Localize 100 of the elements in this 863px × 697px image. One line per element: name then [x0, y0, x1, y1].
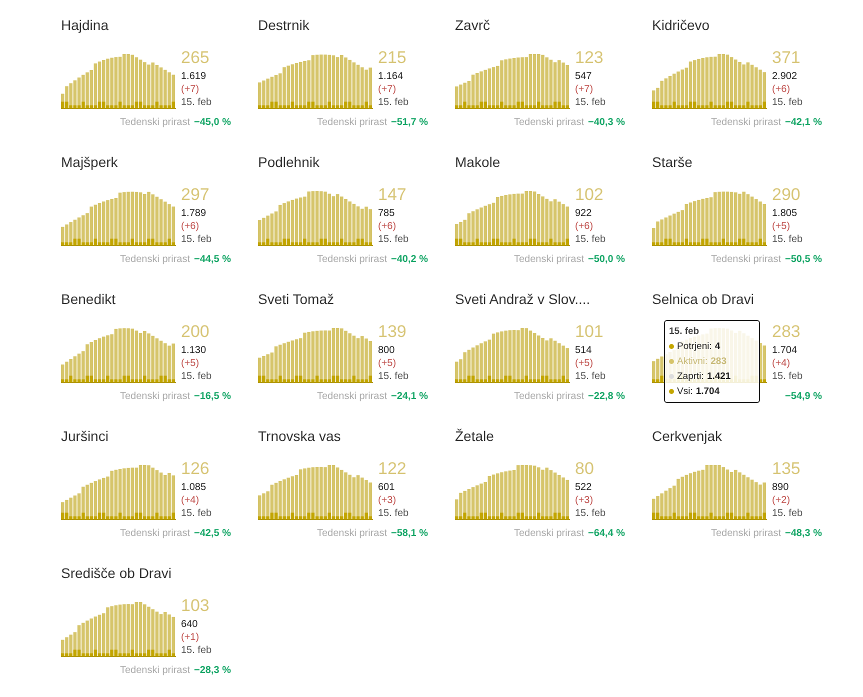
- total-count: 1.130: [181, 344, 208, 357]
- total-count: 522: [575, 481, 593, 494]
- growth-label: Tedenski prirast: [710, 527, 782, 541]
- growth-value: −50,5 %: [785, 253, 822, 267]
- growth-value: −24,1 %: [391, 390, 428, 404]
- card-title: Središče ob Dravi: [61, 564, 172, 583]
- growth-value: −40,3 %: [588, 116, 625, 130]
- active-count: 103: [181, 596, 210, 616]
- growth-value: −45,0 %: [194, 116, 231, 130]
- card-title: Hajdina: [61, 16, 110, 35]
- total-count: 514: [575, 344, 593, 357]
- date-label: 15. feb: [181, 507, 212, 520]
- new-cases: (+7): [181, 83, 200, 96]
- date-label: 15. feb: [181, 96, 212, 109]
- growth-value: −51,7 %: [391, 116, 428, 130]
- tooltip-label: Aktivni:: [677, 355, 708, 369]
- card-title: Majšperk: [61, 153, 119, 172]
- active-count: 147: [378, 185, 408, 205]
- new-cases: (+3): [378, 494, 398, 507]
- card-title: Benedikt: [61, 290, 116, 309]
- growth-label: Tedenski prirast: [710, 116, 782, 130]
- growth-value: −58,1 %: [391, 527, 428, 541]
- active-count: 265: [181, 48, 210, 68]
- total-count: 1.619: [181, 70, 208, 83]
- growth-label: Tedenski prirast: [514, 527, 584, 541]
- active-count: 215: [378, 48, 408, 68]
- new-cases: (+6): [772, 83, 792, 96]
- new-cases: (+3): [575, 494, 594, 507]
- new-cases: (+5): [378, 357, 398, 370]
- total-count: 1.164: [378, 70, 404, 83]
- active-count: 101: [575, 322, 604, 342]
- active-count: 297: [181, 185, 210, 205]
- date-label: 15. feb: [181, 233, 212, 246]
- total-count: 890: [772, 481, 790, 494]
- total-count: 922: [575, 207, 593, 220]
- card-title: Zavrč: [455, 16, 491, 35]
- total-count: 547: [575, 70, 593, 83]
- growth-label: Tedenski prirast: [514, 390, 584, 404]
- total-count: 601: [378, 481, 396, 494]
- date-label: 15. feb: [575, 370, 606, 383]
- card-title: Sveti Andraž v Slov....: [455, 290, 592, 309]
- growth-label: Tedenski prirast: [316, 390, 388, 404]
- new-cases: (+2): [772, 494, 792, 507]
- card-title: Podlehnik: [258, 153, 320, 172]
- date-label: 15. feb: [772, 370, 803, 383]
- total-count: 1.704: [772, 344, 798, 357]
- growth-value: −64,4 %: [588, 527, 625, 541]
- card-title: Destrnik: [258, 16, 310, 35]
- growth-label: Tedenski prirast: [710, 253, 782, 267]
- growth-value: −42,5 %: [194, 527, 231, 541]
- tooltip-value: 1.704: [696, 385, 720, 399]
- date-label: 15. feb: [378, 233, 409, 246]
- date-label: 15. feb: [181, 370, 212, 383]
- new-cases: (+6): [378, 220, 398, 233]
- tooltip-value: 283: [710, 355, 726, 369]
- total-count: 2.902: [772, 70, 798, 83]
- card-title: Cerkvenjak: [652, 427, 724, 446]
- active-count: 290: [772, 185, 802, 205]
- tooltip-label: Potrjeni:: [677, 340, 712, 354]
- new-cases: (+7): [575, 83, 594, 96]
- growth-label: Tedenski prirast: [514, 253, 584, 267]
- date-label: 15. feb: [378, 507, 409, 520]
- total-count: 785: [378, 207, 396, 220]
- growth-value: −40,2 %: [391, 253, 428, 267]
- active-count: 371: [772, 48, 802, 68]
- new-cases: (+6): [181, 220, 200, 233]
- total-count: 1.789: [181, 207, 208, 220]
- growth-value: −50,0 %: [588, 253, 625, 267]
- new-cases: (+4): [772, 357, 792, 370]
- tooltip-label: Vsi:: [677, 385, 693, 399]
- active-count: 126: [181, 459, 210, 479]
- total-count: 800: [378, 344, 396, 357]
- card-title: Juršinci: [61, 427, 110, 446]
- growth-value: −28,3 %: [194, 664, 231, 678]
- card-title: Kidričevo: [652, 16, 711, 35]
- new-cases: (+6): [575, 220, 594, 233]
- active-count: 80: [575, 459, 595, 479]
- growth-label: Tedenski prirast: [316, 116, 388, 130]
- growth-value: −22,8 %: [588, 390, 625, 404]
- card-title: Sveti Tomaž: [258, 290, 335, 309]
- date-label: 15. feb: [772, 96, 803, 109]
- growth-label: Tedenski prirast: [120, 527, 190, 541]
- active-count: 283: [772, 322, 802, 342]
- date-label: 15. feb: [575, 96, 606, 109]
- growth-label: Tedenski prirast: [514, 116, 584, 130]
- growth-value: −16,5 %: [194, 390, 231, 404]
- total-count: 640: [181, 618, 199, 631]
- date-label: 15. feb: [181, 644, 212, 657]
- growth-label: Tedenski prirast: [120, 390, 190, 404]
- new-cases: (+5): [181, 357, 200, 370]
- growth-label: Tedenski prirast: [120, 253, 190, 267]
- card-title: Žetale: [455, 427, 495, 446]
- growth-value: −44,5 %: [194, 253, 231, 267]
- active-count: 123: [575, 48, 604, 68]
- growth-label: Tedenski prirast: [120, 664, 190, 678]
- growth-label: Tedenski prirast: [316, 253, 388, 267]
- growth-label: Tedenski prirast: [316, 527, 388, 541]
- growth-value: −54,9 %: [785, 390, 822, 404]
- card-title: Makole: [455, 153, 502, 172]
- active-count: 122: [378, 459, 408, 479]
